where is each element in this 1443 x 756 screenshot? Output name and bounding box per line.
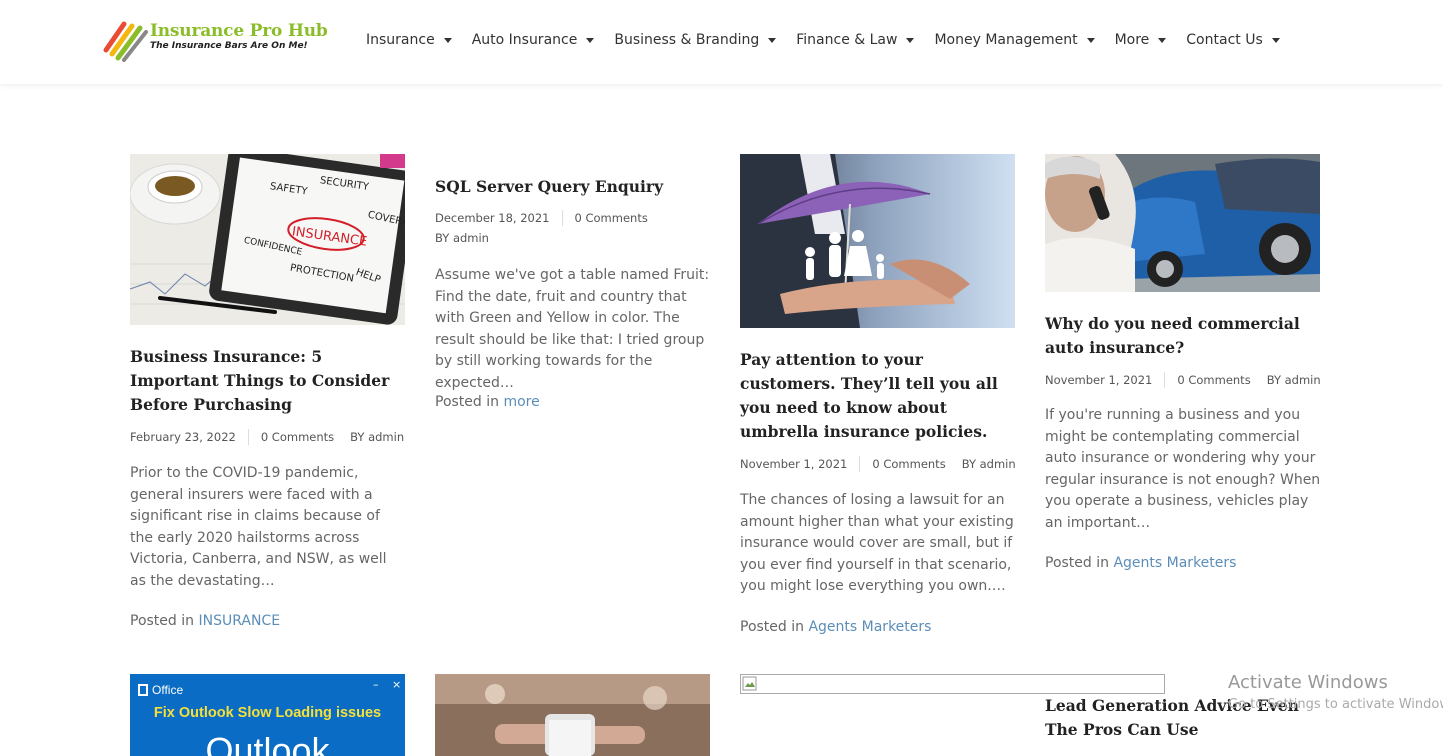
post-category: Posted in Agents Marketers [1045,555,1236,571]
post-title-umbrella[interactable]: Pay attention to your customers. They’ll… [740,348,1015,444]
posted-in-label: Posted in [740,619,805,635]
post-comments-link[interactable]: 0 Comments [575,211,648,225]
post-excerpt: The chances of losing a lawsuit for an a… [740,492,1014,594]
meta-divider [247,429,249,445]
logo-stripes-icon [103,21,148,62]
post-meta: December 18, 2021 0 Comments [435,210,648,226]
outlook-headline: Fix Outlook Slow Loading issues [153,705,382,721]
post-meta-author: BY admin [435,231,489,245]
office-logo: Office [138,683,183,697]
nav-more[interactable]: More [1115,30,1167,50]
post-author: BY admin [961,457,1016,471]
nav-label: Insurance [366,32,435,48]
nav-auto-insurance[interactable]: Auto Insurance [472,30,595,50]
post-date: December 18, 2021 [435,211,550,225]
main-nav: Insurance Auto Insurance Business & Bran… [366,30,1300,50]
post-date: February 23, 2022 [130,430,236,444]
nav-label: Money Management [934,32,1078,48]
post-category: Posted in more [435,394,540,410]
office-brand-label: Office [152,683,184,697]
umbrella-family-image [740,154,1015,328]
post-comments-link[interactable]: 0 Comments [1177,373,1250,387]
post-meta: February 23, 2022 0 Comments BY admin [130,429,404,445]
post-author: BY admin [350,430,405,444]
site-logo[interactable]: Insurance Pro Hub The Insurance Bars Are… [102,20,328,62]
post-thumbnail-commercial-auto[interactable] [1045,154,1320,292]
activate-windows-subtitle: Go to Settings to activate Windows. [1228,697,1443,712]
activate-windows-title: Activate Windows [1228,672,1388,693]
chevron-down-icon [1086,37,1095,43]
post-category: Posted in INSURANCE [130,613,280,629]
chevron-down-icon [906,37,915,43]
post-excerpt: Assume we've got a table named Fruit: Fi… [435,267,710,391]
category-link[interactable]: more [503,394,539,410]
posted-in-label: Posted in [130,613,195,629]
close-icon: × [392,678,402,691]
nav-contact-us[interactable]: Contact Us [1186,30,1280,50]
broken-image-icon [742,676,757,691]
post-thumbnail-broken-image[interactable] [740,674,1165,694]
chevron-down-icon [768,37,777,43]
meta-divider [859,456,861,472]
nav-finance-law[interactable]: Finance & Law [796,30,915,50]
site-header: Insurance Pro Hub The Insurance Bars Are… [0,0,1443,84]
office-icon [138,684,148,696]
nav-money-management[interactable]: Money Management [934,30,1095,50]
minimize-icon: – [373,678,379,691]
posted-in-label: Posted in [435,394,500,410]
post-thumbnail-business-insurance[interactable]: INSURANCE SAFETY SECURITY COVERAGE CONFI… [130,154,405,325]
meta-divider [561,210,563,226]
post-meta: November 1, 2021 0 Comments BY admin [740,456,1016,472]
posted-in-label: Posted in [1045,555,1110,571]
logo-tagline: The Insurance Bars Are On Me! [150,41,308,51]
nav-label: Business & Branding [614,32,760,48]
post-title-business-insurance[interactable]: Business Insurance: 5 Important Things t… [130,345,400,417]
category-link[interactable]: Agents Marketers [808,619,931,635]
insurance-tablet-image: INSURANCE SAFETY SECURITY COVERAGE CONFI… [130,154,405,325]
post-thumbnail-umbrella[interactable] [740,154,1015,328]
post-date: November 1, 2021 [1045,373,1153,387]
nav-insurance[interactable]: Insurance [366,30,452,50]
logo-title: Insurance Pro Hub [150,21,328,41]
post-thumbnail-outlook[interactable]: Office – × Fix Outlook Slow Loading issu… [130,674,405,756]
chevron-down-icon [1271,37,1280,43]
nav-label: Contact Us [1186,32,1263,48]
post-title-sql-server[interactable]: SQL Server Query Enquiry [435,175,710,199]
outlook-wordmark: Outlook [205,730,330,756]
chevron-down-icon [1158,37,1167,43]
meta-divider [1164,372,1166,388]
chevron-down-icon [586,37,595,43]
car-accident-image [1045,154,1320,292]
post-excerpt: If you're running a business and you mig… [1045,407,1321,531]
post-excerpt: Prior to the COVID-19 pandemic, general … [130,465,387,589]
post-comments-link[interactable]: 0 Comments [261,430,334,444]
post-title-commercial-auto[interactable]: Why do you need commercial auto insuranc… [1045,312,1320,360]
post-author: BY admin [435,231,489,245]
post-author: BY admin [1266,373,1321,387]
nav-label: Auto Insurance [471,32,578,48]
post-date: November 1, 2021 [740,457,848,471]
post-comments-link[interactable]: 0 Comments [872,457,945,471]
post-thumbnail-phone[interactable] [435,674,710,756]
category-link[interactable]: Agents Marketers [1113,555,1236,571]
post-category: Posted in Agents Marketers [740,619,931,635]
nav-business-branding[interactable]: Business & Branding [614,30,777,50]
nav-label: More [1114,32,1150,48]
phone-hands-image [435,674,710,756]
nav-label: Finance & Law [796,32,898,48]
post-meta: November 1, 2021 0 Comments BY admin [1045,372,1321,388]
category-link[interactable]: INSURANCE [198,613,280,629]
chevron-down-icon [443,37,452,43]
